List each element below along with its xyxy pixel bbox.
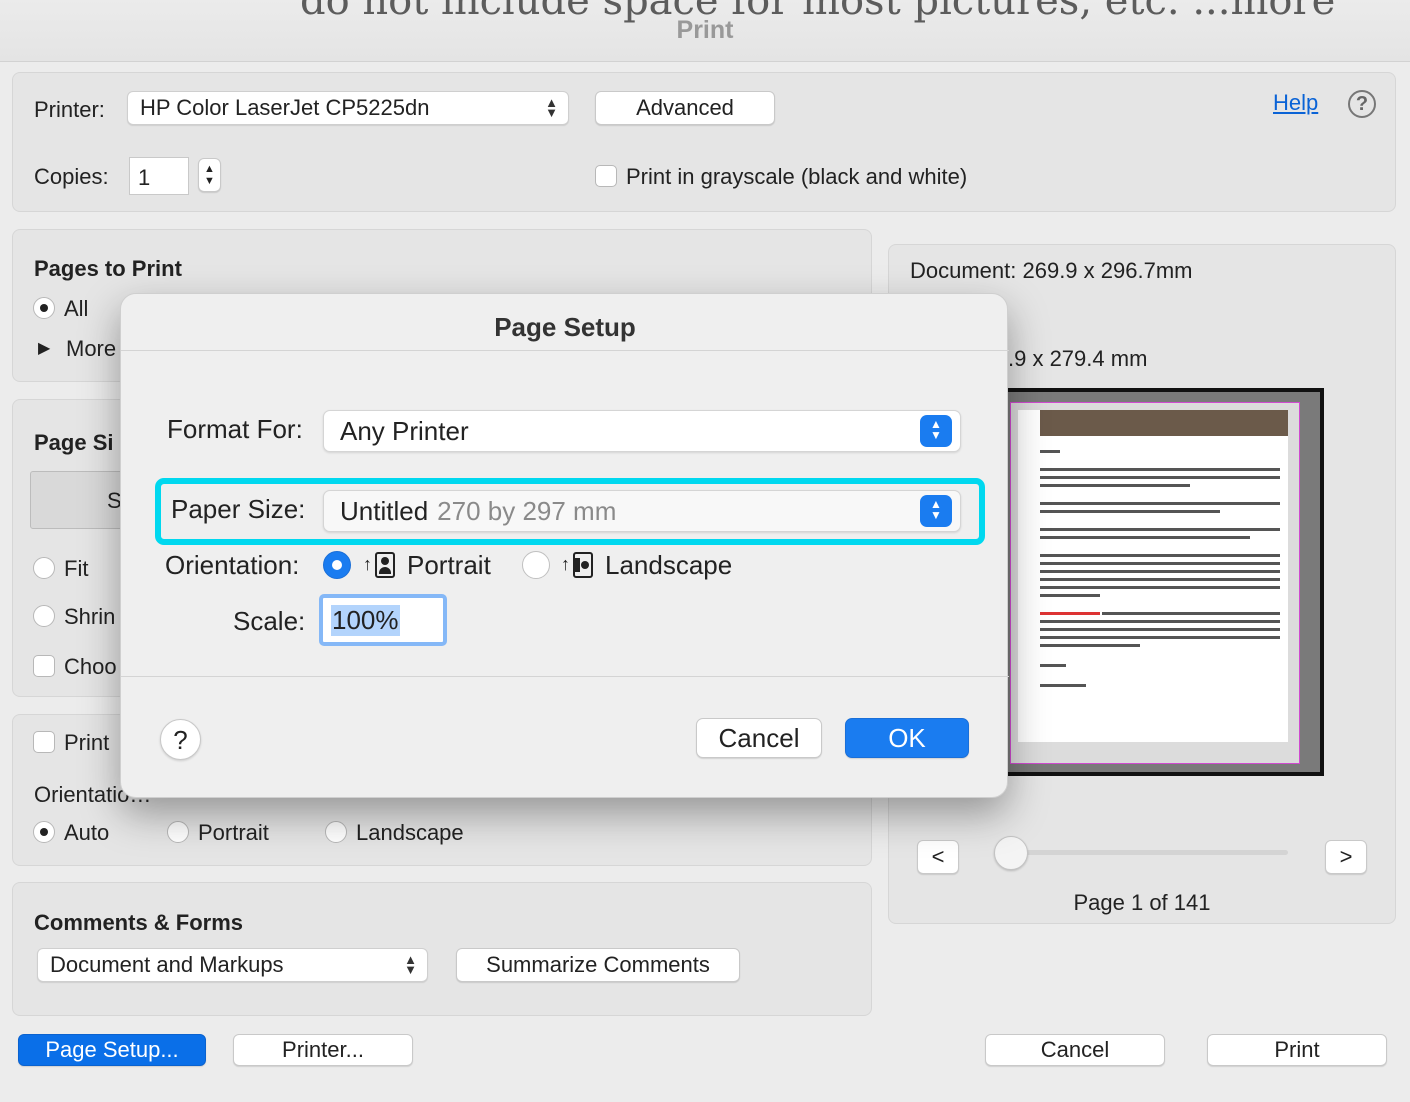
more-label[interactable]: More — [66, 336, 116, 362]
shrink-radio[interactable] — [33, 605, 55, 627]
portrait-radio[interactable] — [323, 551, 351, 579]
paper-size-select[interactable]: Untitled 270 by 297 mm ▲ ▼ — [323, 490, 961, 532]
fit-label: Fit — [64, 556, 89, 581]
format-for-value: Any Printer — [340, 415, 469, 446]
scale-input[interactable]: 100% — [319, 594, 447, 646]
page-status: Page 1 of 141 — [1073, 890, 1211, 915]
landscape-label: Landscape — [605, 550, 733, 580]
page-slider-thumb[interactable] — [994, 836, 1028, 870]
print-option-label: Print — [64, 730, 110, 755]
next-page-button[interactable]: > — [1325, 840, 1367, 874]
chevron-down-icon[interactable]: ▼ — [204, 175, 215, 187]
choose-label: Choo — [64, 654, 117, 679]
grayscale-label: Print in grayscale (black and white) — [626, 164, 968, 189]
dialog-cancel-button[interactable]: Cancel — [696, 718, 822, 758]
pages-heading: Pages to Print — [34, 256, 182, 281]
chevron-updown-icon: ▲ ▼ — [920, 495, 952, 527]
printer-label: Printer: — [34, 97, 105, 122]
paper-size-name: Untitled — [340, 495, 429, 526]
shrink-label: Shrin — [64, 604, 116, 629]
copies-stepper[interactable]: ▲ ▼ — [198, 158, 221, 192]
dialog-ok-button[interactable]: OK — [845, 718, 969, 758]
disclosure-triangle-icon[interactable]: ▶ — [38, 338, 50, 358]
document-size-label: Document: 269.9 x 296.7mm — [910, 258, 1193, 283]
title-bar: do not include space for most pictures, … — [0, 0, 1410, 62]
help-button[interactable]: ? — [160, 719, 201, 760]
page-slider-track[interactable] — [1010, 850, 1288, 855]
landscape-radio[interactable] — [522, 551, 550, 579]
auto-orientation-label: Auto — [64, 820, 110, 845]
landscape-orientation-radio[interactable] — [325, 821, 347, 843]
paper-size-label: Paper Size: — [171, 494, 306, 524]
scale-label: Scale: — [233, 606, 306, 636]
copies-input[interactable]: 1 — [129, 157, 189, 195]
portrait-orientation-label: Portrait — [198, 820, 269, 845]
page-setup-button[interactable]: Page Setup... — [18, 1034, 206, 1066]
chevron-up-icon[interactable]: ▲ — [204, 163, 215, 175]
scale-value: 100% — [331, 605, 400, 636]
choose-checkbox[interactable] — [33, 655, 55, 677]
printer-button[interactable]: Printer... — [233, 1034, 413, 1066]
auto-orientation-radio[interactable] — [33, 821, 55, 843]
portrait-orientation-radio[interactable] — [167, 821, 189, 843]
landscape-orientation-icon: ↑ — [561, 552, 595, 580]
all-pages-label: All — [64, 296, 89, 321]
print-checkbox[interactable] — [33, 731, 55, 753]
page-setup-dialog: Page Setup Format For: Any Printer ▲ ▼ Pa… — [120, 293, 1009, 798]
page-preview-document — [1018, 410, 1288, 742]
format-for-label: Format For: — [167, 414, 303, 444]
chevron-updown-icon: ▲ ▼ — [404, 952, 417, 977]
dialog-title: Page Setup — [494, 312, 636, 342]
advanced-button[interactable]: Advanced — [595, 91, 775, 125]
previous-page-button[interactable]: < — [917, 840, 959, 874]
page-preview — [1000, 388, 1324, 776]
chevron-updown-icon: ▲ ▼ — [920, 415, 952, 447]
printer-select-value: HP Color LaserJet CP5225dn — [140, 95, 430, 120]
help-icon[interactable]: ? — [1348, 90, 1376, 118]
all-pages-radio[interactable] — [33, 297, 55, 319]
chevron-updown-icon: ▲ ▼ — [545, 95, 558, 120]
paper-size-readout: .9 x 279.4 mm — [1008, 346, 1148, 371]
window-title: Print — [676, 16, 734, 44]
format-for-select[interactable]: Any Printer ▲ ▼ — [323, 410, 961, 452]
copies-label: Copies: — [34, 164, 109, 189]
portrait-label: Portrait — [407, 550, 491, 580]
print-button[interactable]: Print — [1207, 1034, 1387, 1066]
orientation-label: Orientation: — [165, 550, 300, 580]
dialog-divider-top — [121, 350, 1009, 351]
comments-select[interactable]: Document and Markups ▲ ▼ — [37, 948, 428, 982]
grayscale-checkbox[interactable] — [595, 165, 617, 187]
printer-select[interactable]: HP Color LaserJet CP5225dn ▲ ▼ — [127, 91, 569, 125]
dialog-divider-bottom — [121, 676, 1009, 677]
preview-banner — [1040, 410, 1288, 436]
landscape-orientation-label: Landscape — [356, 820, 464, 845]
fit-radio[interactable] — [33, 557, 55, 579]
comments-heading: Comments & Forms — [34, 910, 244, 935]
help-link[interactable]: Help — [1273, 90, 1318, 116]
page-sizing-heading: Page Si — [34, 430, 114, 455]
paper-size-dims: 270 by 297 mm — [437, 495, 617, 526]
portrait-orientation-icon: ↑ — [363, 552, 397, 580]
summarize-comments-button[interactable]: Summarize Comments — [456, 948, 740, 982]
cancel-button[interactable]: Cancel — [985, 1034, 1165, 1066]
comments-select-value: Document and Markups — [50, 952, 284, 977]
